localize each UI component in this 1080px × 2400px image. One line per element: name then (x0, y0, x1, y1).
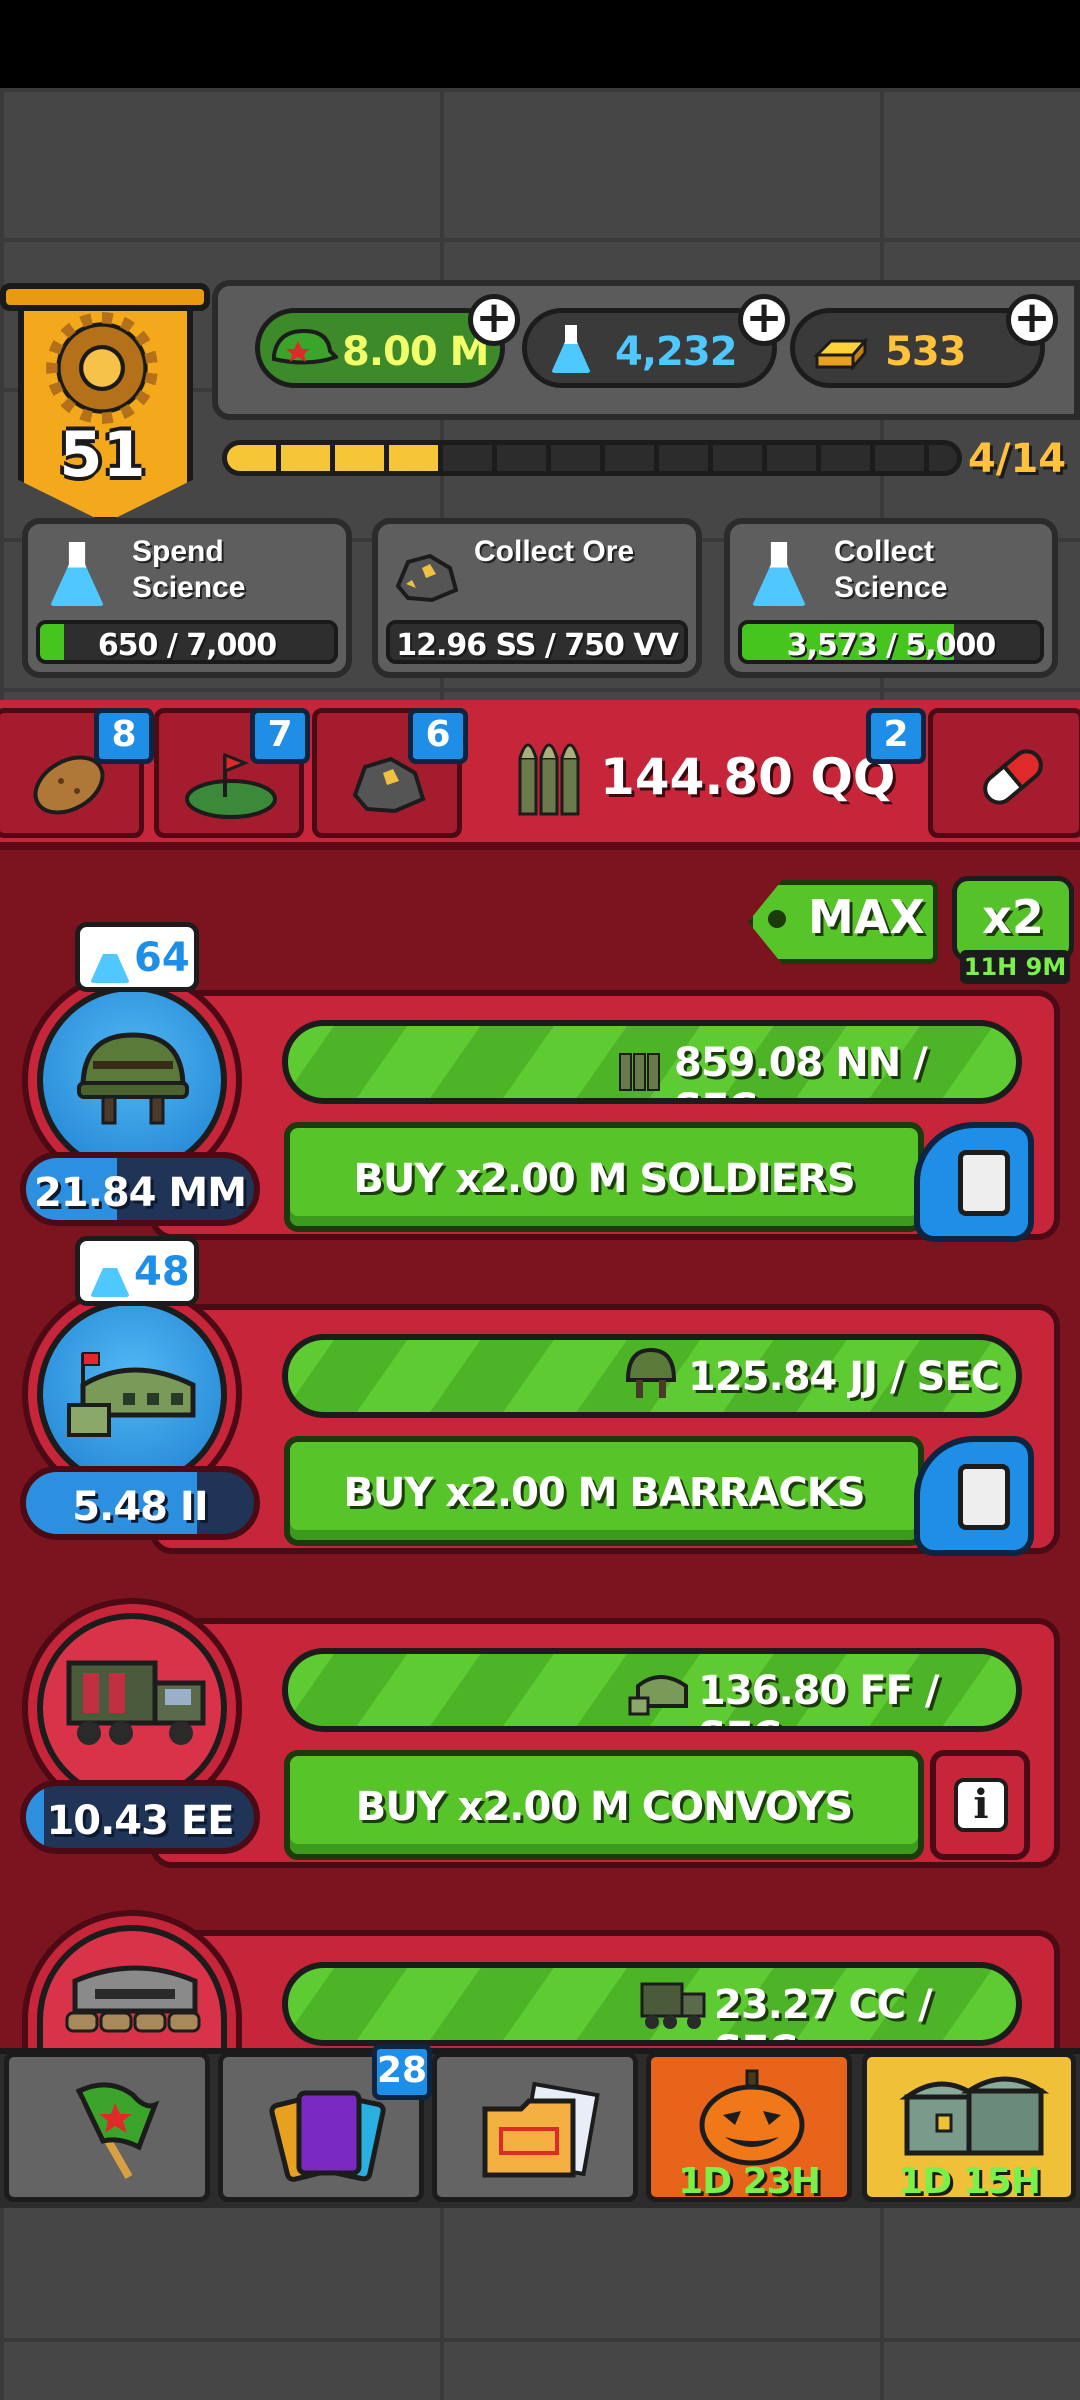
quest-progress-value: 3,573 / 5,000 (786, 628, 997, 663)
buy-button-label: BUY x2.00 M SOLDIERS (353, 1156, 855, 1202)
unit-rate-value: 125.84 JJ / SEC (688, 1354, 1000, 1400)
cards-icon (269, 2090, 386, 2182)
tab-badge: 8 (94, 708, 154, 764)
nav-missions-button[interactable] (432, 2052, 638, 2202)
card-icon (958, 1464, 1010, 1530)
xp-progress-fill (227, 445, 439, 471)
ore-icon (395, 553, 459, 603)
helmet-icon (625, 1347, 677, 1398)
army-cap-icon (272, 328, 338, 365)
soldiers-portrait[interactable] (37, 985, 227, 1175)
quest-label: Spend (132, 535, 224, 568)
flask-icon (90, 935, 130, 983)
barracks-card-button[interactable] (914, 1436, 1034, 1556)
unit-rate-bar: 125.84 JJ / SEC (282, 1334, 1022, 1418)
unit-owned-value: 5.48 II (72, 1484, 208, 1530)
add-gold-button[interactable]: + (1006, 294, 1058, 346)
unit-science-tag: 64 (75, 922, 199, 992)
xp-progress-text: 4/14 (968, 436, 1067, 482)
event-timer: 1D 23H (678, 2161, 821, 2202)
barracks-icon (628, 1675, 688, 1716)
info-icon: i (954, 1778, 1008, 1832)
nav-halloween-event-button[interactable]: 1D 23H (646, 2052, 852, 2202)
quest-label: Science (834, 571, 948, 604)
ammo-amount: 144.80 QQ (600, 748, 896, 806)
gold-bars-icon (813, 336, 869, 372)
quest-label: Collect (834, 535, 935, 568)
tab-boost-pill[interactable] (928, 708, 1080, 838)
quest-progress-bar: 650 / 7,000 (36, 620, 338, 664)
tab-badge: 2 (866, 708, 926, 764)
convoys-info-button[interactable]: i (930, 1750, 1030, 1860)
x2-boost-timer: 11H 9M (960, 950, 1070, 984)
quest-card-spend-science[interactable]: Spend Science 650 / 7,000 (22, 518, 352, 678)
folder-icon (482, 2081, 600, 2178)
nav-campaign-button[interactable] (4, 2052, 210, 2202)
unit-science-value: 48 (134, 1249, 190, 1295)
truck-icon (640, 1982, 706, 2029)
helmet-icon (77, 1032, 189, 1125)
quest-progress-value: 650 / 7,000 (97, 628, 277, 663)
quest-label: Science (132, 571, 246, 604)
unit-owned-counter: 21.84 MM (20, 1152, 260, 1226)
tab-badge: 7 (250, 708, 310, 764)
chest-timer: 1D 15H (898, 2161, 1041, 2202)
buy-button-label: BUY x2.00 M CONVOYS (355, 1784, 853, 1830)
system-status-bar (0, 0, 1080, 88)
science-amount: 4,232 (615, 329, 738, 375)
barracks-portrait[interactable] (37, 1299, 227, 1489)
quest-card-collect-science[interactable]: Collect Science 3,573 / 5,000 (724, 518, 1058, 678)
unit-rate-bar: 859.08 NN / SEC (282, 1020, 1022, 1104)
ammo-icon (518, 743, 580, 816)
unit-rate-value: 859.08 NN / SEC (674, 1040, 928, 1098)
card-icon (958, 1150, 1010, 1216)
buy-convoys-button[interactable]: BUY x2.00 M CONVOYS (284, 1750, 924, 1860)
cards-badge: 28 (372, 2044, 432, 2100)
tag-hole-icon (768, 910, 786, 928)
cash-amount: 8.00 M (342, 329, 489, 375)
nav-chest-button[interactable]: 1D 15H (862, 2052, 1076, 2202)
soldiers-card-button[interactable] (914, 1122, 1034, 1242)
unit-science-value: 64 (134, 935, 190, 981)
player-level: 51 (59, 418, 146, 491)
add-cash-button[interactable]: + (468, 294, 520, 346)
unit-owned-value: 21.84 MM (33, 1170, 247, 1216)
flask-icon (50, 542, 104, 606)
flask-icon (752, 542, 806, 606)
flag-icon (75, 2082, 160, 2179)
flask-icon (551, 325, 591, 373)
buy-soldiers-button[interactable]: BUY x2.00 M SOLDIERS (284, 1122, 924, 1232)
ammo-icon (619, 1053, 660, 1091)
buy-button-label: BUY x2.00 M BARRACKS (343, 1470, 865, 1516)
unit-owned-value: 10.43 EE (46, 1798, 234, 1844)
unit-rate-value: 136.80 FF / SEC (698, 1668, 939, 1726)
treasure-chest-icon (899, 2076, 1049, 2156)
rank-gear-icon (52, 318, 152, 418)
quest-card-collect-ore[interactable]: Collect Ore 12.96 SS / 750 VV (372, 518, 702, 678)
unit-science-tag: 48 (75, 1236, 199, 1306)
convoys-portrait[interactable] (37, 1613, 227, 1803)
unit-rate-bar: 136.80 FF / SEC (282, 1648, 1022, 1732)
unit-rate-bar: 23.27 CC / SEC (282, 1962, 1022, 2046)
quest-progress-value: 12.96 SS / 750 VV (396, 628, 679, 663)
buy-barracks-button[interactable]: BUY x2.00 M BARRACKS (284, 1436, 924, 1546)
unit-owned-counter: 5.48 II (20, 1466, 260, 1540)
quest-label: Collect Ore (474, 535, 635, 568)
unit-rate-value: 23.27 CC / SEC (714, 1982, 933, 2040)
tab-badge: 6 (408, 708, 468, 764)
truck-icon (66, 1660, 206, 1745)
rank-banner-rod (0, 283, 210, 311)
max-label: MAX (808, 890, 925, 944)
gold-amount: 533 (885, 329, 966, 375)
quest-progress-bar: 3,573 / 5,000 (738, 620, 1044, 664)
unit-owned-counter: 10.43 EE (20, 1780, 260, 1854)
barracks-icon (67, 1352, 196, 1437)
xp-progress-bar (222, 440, 962, 476)
add-science-button[interactable]: + (738, 294, 790, 346)
bunker-icon (65, 1965, 201, 2033)
pill-icon (983, 749, 1043, 805)
pumpkin-icon (699, 2069, 805, 2166)
flask-icon (90, 1249, 130, 1297)
quest-progress-bar: 12.96 SS / 750 VV (386, 620, 688, 664)
